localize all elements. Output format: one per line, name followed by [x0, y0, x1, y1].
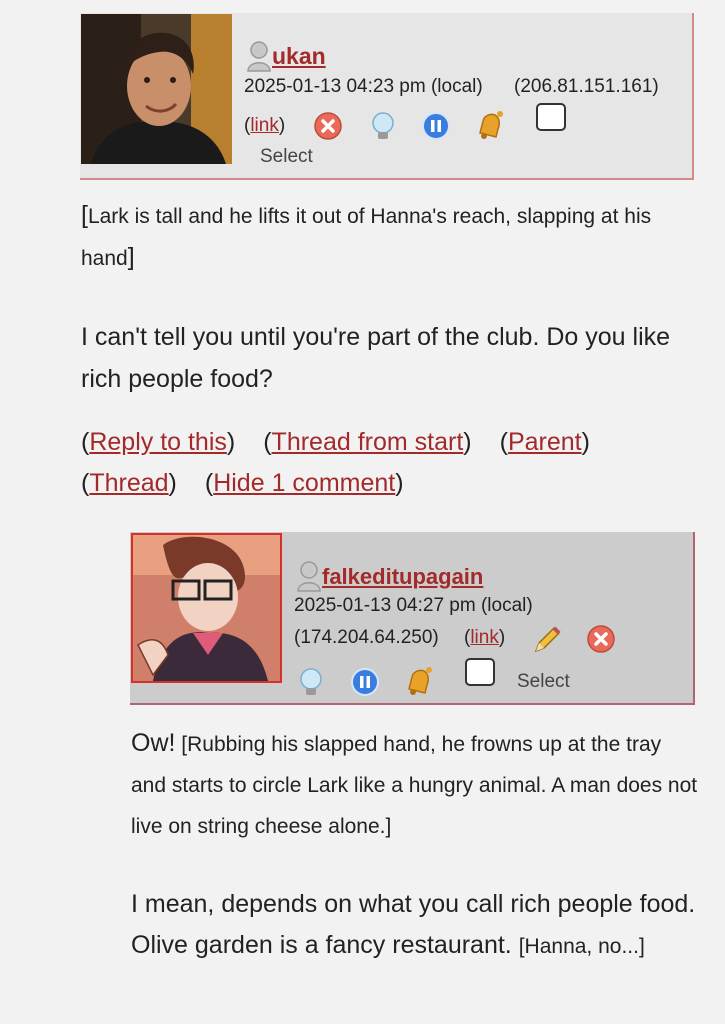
reply-permalink: (link) — [464, 627, 506, 648]
reply-link-anchor[interactable]: link — [470, 627, 499, 648]
reply-link[interactable]: Reply to this — [89, 428, 227, 456]
reply-avatar[interactable] — [131, 533, 282, 683]
comment-actions: (Reply to this) (Thread from start) (Paren… — [81, 428, 590, 497]
link-anchor[interactable]: link — [250, 115, 279, 136]
reply-body-part2: I mean, depends on what you call rich pe… — [131, 890, 696, 959]
user-icon — [296, 560, 322, 598]
screen-icon[interactable] — [474, 109, 504, 139]
reply-username-row: falkeditupagain — [296, 560, 483, 598]
reply-body-part1: Ow! [Rubbing his slapped hand, he frowns… — [131, 729, 698, 838]
comment-body: I can't tell you until you're part of th… — [81, 323, 671, 393]
timestamp: 2025-01-13 04:23 pm (local) — [244, 76, 483, 97]
hide-comments-link[interactable]: Hide 1 comment — [213, 469, 395, 497]
permalink: (link) — [244, 115, 286, 136]
thread-from-start-link[interactable]: Thread from start — [272, 428, 464, 456]
track-icon[interactable] — [296, 667, 326, 697]
avatar[interactable] — [81, 14, 232, 164]
reply-select-label: Select — [517, 671, 570, 692]
ip-address: (206.81.151.161) — [514, 76, 659, 97]
screen-icon[interactable] — [403, 665, 433, 695]
username-row: ukan — [246, 40, 326, 78]
edit-icon[interactable] — [532, 623, 562, 653]
freeze-icon[interactable] — [421, 111, 451, 141]
select-checkbox[interactable] — [536, 103, 566, 131]
comment-action-text: [Lark is tall and he lifts it out of Han… — [81, 201, 652, 271]
thread-link[interactable]: Thread — [89, 469, 168, 497]
username-link[interactable]: ukan — [272, 43, 326, 69]
select-label: Select — [260, 146, 313, 167]
delete-icon[interactable] — [586, 624, 616, 654]
reply-ip-address: (174.204.64.250) — [294, 627, 439, 648]
delete-icon[interactable] — [313, 111, 343, 141]
reply-timestamp: 2025-01-13 04:27 pm (local) — [294, 595, 533, 616]
freeze-icon[interactable] — [350, 667, 380, 697]
reply-select-checkbox[interactable] — [465, 658, 495, 686]
user-icon — [246, 40, 272, 78]
parent-link[interactable]: Parent — [508, 428, 582, 456]
reply-username-link[interactable]: falkeditupagain — [322, 564, 483, 589]
track-icon[interactable] — [368, 111, 398, 141]
